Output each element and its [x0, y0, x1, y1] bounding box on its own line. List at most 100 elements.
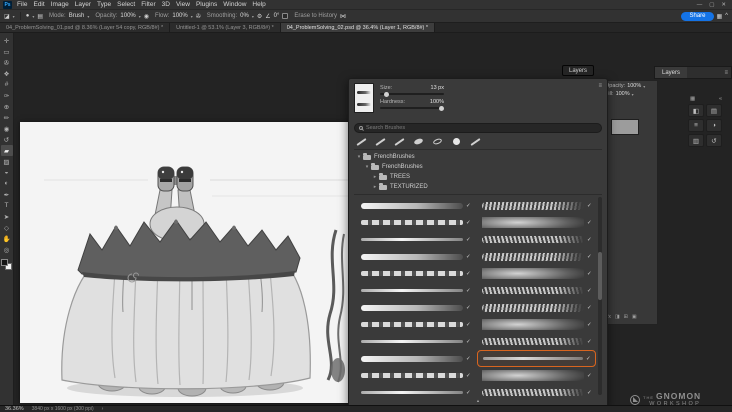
brush-folder-frenchbrushes[interactable]: ▾ FrenchBrushes: [354, 162, 602, 172]
adjustments-panel-icon[interactable]: ◑: [706, 119, 722, 132]
swatches-panel-icon[interactable]: ▤: [706, 104, 722, 117]
zoom-level-field[interactable]: 36.36%: [5, 406, 24, 412]
dodge-tool[interactable]: ◐: [1, 178, 13, 189]
menu-type[interactable]: Type: [97, 0, 111, 10]
brush-preset-15[interactable]: ✓: [356, 316, 475, 333]
smoothing-value[interactable]: 0%: [240, 13, 249, 19]
scrollbar[interactable]: [598, 197, 602, 395]
workspace-grid-icon[interactable]: ▦: [717, 13, 723, 20]
pressure-opacity-icon[interactable]: ◉: [144, 13, 149, 20]
line-brush-tip[interactable]: [468, 136, 483, 147]
new-layer-icon[interactable]: ⊞: [624, 314, 628, 320]
menu-view[interactable]: View: [176, 0, 190, 10]
document-tab-3[interactable]: 04_ProblemSolving_02.psd @ 36.4% (Layer …: [280, 23, 436, 32]
menu-file[interactable]: File: [17, 0, 27, 10]
erase-to-history-checkbox[interactable]: [282, 13, 289, 19]
brush-angle-icon[interactable]: ∠: [265, 13, 270, 20]
menu-layer[interactable]: Layer: [75, 0, 91, 10]
brush-folder-texturized[interactable]: ▸ TEXTURIZED: [354, 182, 602, 192]
menu-image[interactable]: Image: [51, 0, 69, 10]
share-button[interactable]: Share: [681, 11, 714, 21]
brush-preset-21[interactable]: ✓: [356, 367, 475, 384]
foreground-color-swatch[interactable]: [1, 259, 8, 266]
brush-preset-4[interactable]: ✓: [477, 214, 596, 231]
menu-window[interactable]: Window: [223, 0, 246, 10]
airbrush-icon[interactable]: ✇: [196, 13, 201, 20]
search-brushes-input[interactable]: [365, 125, 598, 131]
symmetry-icon[interactable]: ⋈: [340, 13, 346, 20]
eraser-tool[interactable]: ▰: [0, 145, 13, 156]
color-panel-icon[interactable]: ◧: [688, 104, 704, 117]
brush-preset-12[interactable]: ✓: [477, 282, 596, 299]
properties-panel-icon[interactable]: ≡: [688, 119, 704, 132]
hardness-slider[interactable]: [380, 105, 444, 111]
foreground-background-swatches[interactable]: [1, 259, 12, 270]
zoom-tool[interactable]: ◎: [1, 244, 13, 255]
gradient-tool[interactable]: ▨: [1, 156, 13, 167]
menu-help[interactable]: Help: [252, 0, 265, 10]
healing-brush-tool[interactable]: ⊕: [1, 101, 13, 112]
type-tool[interactable]: T: [1, 200, 13, 211]
minimize-button[interactable]: —: [697, 0, 703, 10]
brush-preset-13[interactable]: ✓: [356, 299, 475, 316]
tab-layers[interactable]: Layers: [655, 67, 688, 78]
path-selection-tool[interactable]: ➤: [1, 211, 13, 222]
layers-drag-label[interactable]: Layers: [562, 65, 594, 76]
brush-preset-17[interactable]: ✓: [356, 333, 475, 350]
menu-select[interactable]: Select: [117, 0, 135, 10]
brush-preset-18[interactable]: ✓: [477, 333, 596, 350]
brush-preset-3[interactable]: ✓: [356, 214, 475, 231]
menu-3d[interactable]: 3D: [162, 0, 170, 10]
brushes-panel-menu-icon[interactable]: ≡: [598, 83, 602, 121]
flow-value[interactable]: 100%: [172, 13, 187, 19]
marquee-tool[interactable]: ▭: [1, 46, 13, 57]
brush-preset-22[interactable]: ✓: [477, 367, 596, 384]
workspace-icon[interactable]: ▦: [690, 96, 695, 102]
line-brush-tip[interactable]: [392, 136, 407, 147]
mode-select[interactable]: Brush: [69, 13, 85, 19]
brush-preset-2[interactable]: ✓: [477, 197, 596, 214]
quick-selection-tool[interactable]: ❖: [1, 68, 13, 79]
brush-preset-5[interactable]: ✓: [356, 231, 475, 248]
menu-filter[interactable]: Filter: [141, 0, 155, 10]
brush-preset-14[interactable]: ✓: [477, 299, 596, 316]
brush-angle-value[interactable]: 0°: [274, 13, 280, 19]
crop-tool[interactable]: #: [1, 79, 13, 90]
history-brush-tool[interactable]: ↺: [1, 134, 13, 145]
brush-preset-23[interactable]: ✓: [356, 384, 475, 397]
brush-preset-24[interactable]: ✓: [477, 384, 596, 397]
brush-folder-frenchbrushes[interactable]: ▾ FrenchBrushes: [354, 152, 602, 162]
ellipse-filled-brush-tip[interactable]: [411, 136, 426, 147]
brush-preset-19[interactable]: ✓: [356, 350, 475, 367]
eyedropper-tool[interactable]: ✑: [1, 90, 13, 101]
artboard[interactable]: [20, 122, 360, 403]
brush-preset-11[interactable]: ✓: [356, 282, 475, 299]
lasso-tool[interactable]: ✇: [1, 57, 13, 68]
maximize-button[interactable]: ▢: [709, 0, 714, 10]
line-brush-tip[interactable]: [373, 136, 388, 147]
brush-settings-panel-icon[interactable]: ▤: [37, 13, 43, 20]
pen-tool[interactable]: ✒: [1, 189, 13, 200]
brush-preset-1[interactable]: ✓: [356, 197, 475, 214]
shape-tool[interactable]: ◇: [1, 222, 13, 233]
chevron-right-icon[interactable]: ▸: [372, 184, 378, 190]
circle-brush-tip[interactable]: [449, 136, 464, 147]
collapse-dock-icon[interactable]: «: [719, 96, 722, 102]
collapse-options-icon[interactable]: ^: [725, 13, 728, 19]
menu-plugins[interactable]: Plugins: [196, 0, 217, 10]
ellipse-brush-tip[interactable]: [430, 136, 445, 147]
scroll-up-icon[interactable]: ▴: [477, 398, 479, 404]
scrollbar-thumb[interactable]: [598, 252, 602, 301]
chevron-down-icon[interactable]: ▾: [356, 154, 362, 160]
layer-thumbnail[interactable]: [611, 119, 639, 135]
opacity-value[interactable]: 100%: [120, 13, 135, 19]
layer-mask-icon[interactable]: ◨: [615, 314, 620, 320]
brush-preset-10[interactable]: ✓: [477, 265, 596, 282]
brush-folder-trees[interactable]: ▸ TREES: [354, 172, 602, 182]
opacity-value[interactable]: 100%: [627, 83, 641, 89]
brush-preset-20[interactable]: ✓: [477, 350, 596, 367]
menu-edit[interactable]: Edit: [33, 0, 44, 10]
brush-tool[interactable]: ✏: [1, 112, 13, 123]
delete-layer-icon[interactable]: ▣: [632, 314, 637, 320]
move-tool[interactable]: ✛: [1, 35, 13, 46]
